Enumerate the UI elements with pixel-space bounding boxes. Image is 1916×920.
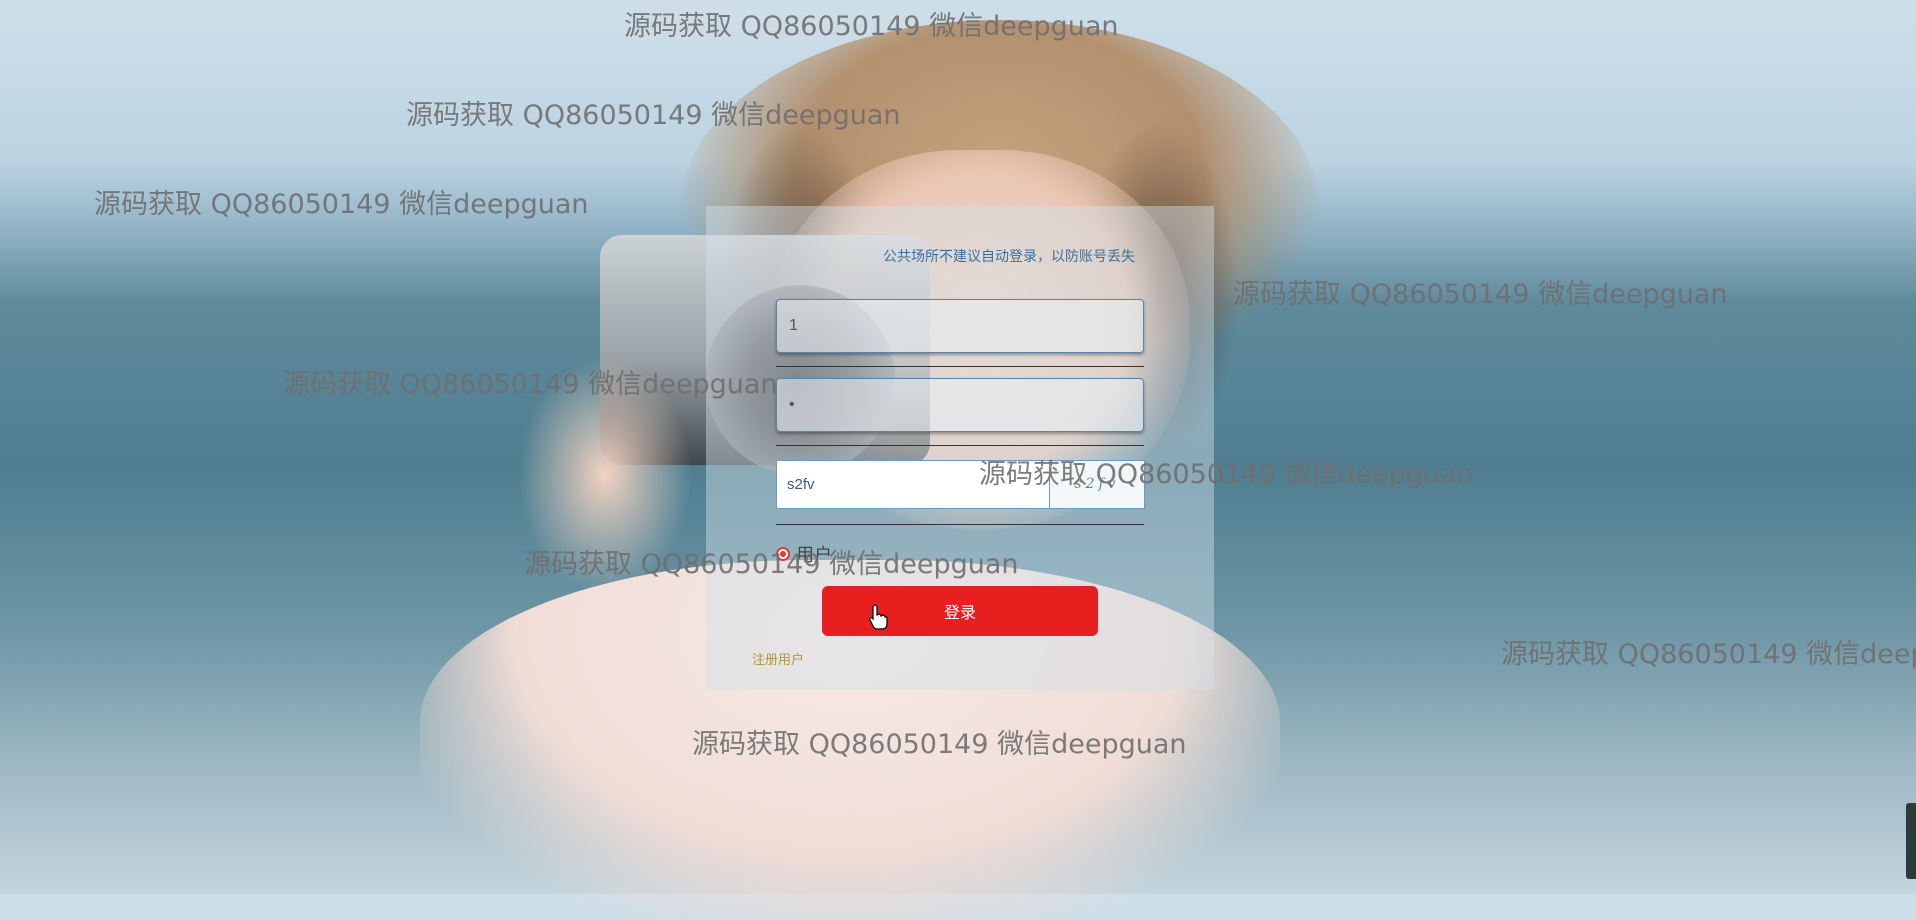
side-scroll-tab[interactable] <box>1906 803 1916 879</box>
divider <box>776 445 1144 446</box>
login-panel: 公共场所不建议自动登录，以防账号丢失 s2fv 用户 登录 注册用户 <box>706 206 1214 690</box>
watermark: 源码获取 QQ86050149 微信deepguan <box>979 459 1474 490</box>
username-input[interactable] <box>776 299 1144 353</box>
divider <box>776 366 1144 367</box>
watermark: 源码获取 QQ86050149 微信deepguan <box>406 100 901 131</box>
divider <box>776 524 1144 525</box>
watermark: 源码获取 QQ86050149 微信deepguan <box>1233 279 1728 310</box>
watermark: 源码获取 QQ86050149 微信deepguan <box>283 369 778 400</box>
watermark: 源码获取 QQ86050149 微信deepguan <box>624 11 1119 42</box>
hand-cursor-icon <box>869 604 888 630</box>
auto-login-tip: 公共场所不建议自动登录，以防账号丢失 <box>883 249 1135 265</box>
login-button[interactable]: 登录 <box>822 586 1098 636</box>
watermark: 源码获取 QQ86050149 微信deepguan <box>1501 639 1916 670</box>
watermark: 源码获取 QQ86050149 微信deepguan <box>94 189 589 220</box>
password-input[interactable] <box>776 378 1144 432</box>
watermark: 源码获取 QQ86050149 微信deepguan <box>692 729 1187 760</box>
watermark: 源码获取 QQ86050149 微信deepguan <box>524 549 1019 580</box>
register-link[interactable]: 注册用户 <box>752 649 804 668</box>
